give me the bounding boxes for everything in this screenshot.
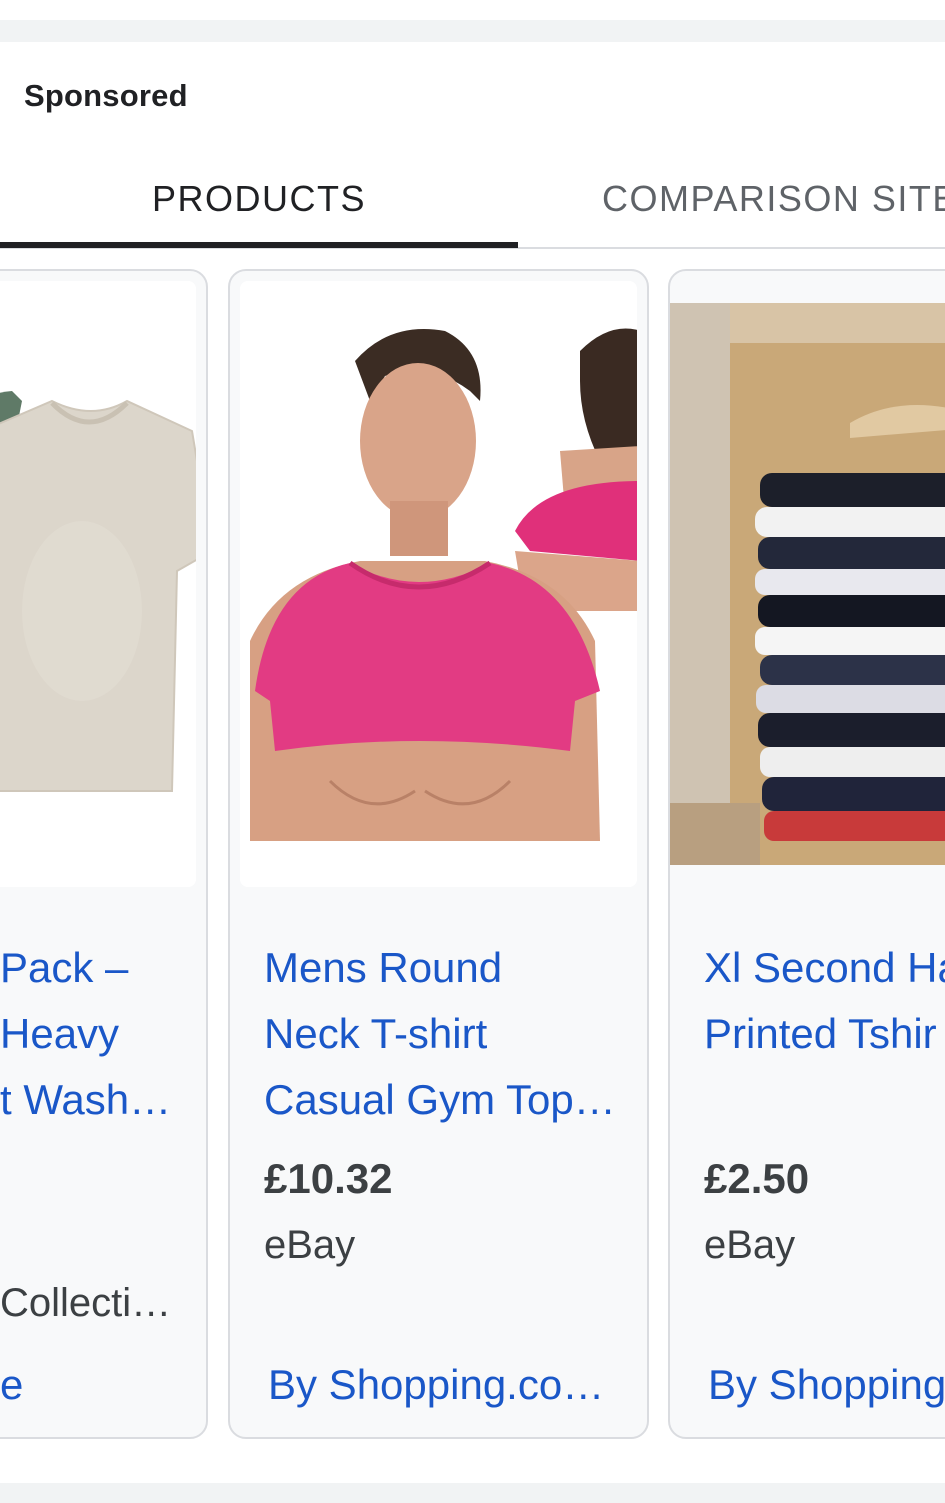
product-title-line: Neck T-shirt bbox=[264, 1010, 488, 1057]
product-title-line: Mens Round bbox=[264, 944, 503, 991]
product-comparison-link[interactable]: e bbox=[0, 1361, 23, 1409]
product-title-line: Casual Gym Top… bbox=[264, 1076, 616, 1123]
product-title-line: Xl Second Ha bbox=[704, 944, 945, 991]
top-strip bbox=[0, 0, 945, 20]
product-title-line: Pack – bbox=[0, 944, 129, 991]
sponsored-products-panel: Sponsored PRODUCTS COMPARISON SITES Pack… bbox=[0, 42, 945, 1483]
section-divider bbox=[0, 20, 945, 42]
beige-tshirt-image bbox=[0, 281, 196, 887]
tab-bar: PRODUCTS COMPARISON SITES bbox=[0, 150, 945, 248]
product-comparison-link[interactable]: By Shopping bbox=[708, 1361, 945, 1409]
product-title-line: Printed Tshir bbox=[704, 1010, 937, 1057]
product-seller: Collecti… bbox=[0, 1281, 172, 1325]
section-divider-bottom bbox=[0, 1483, 945, 1503]
product-title-line: Heavy bbox=[0, 1010, 120, 1057]
product-card[interactable]: Xl Second Ha Printed Tshir £2.50 eBay By… bbox=[668, 269, 945, 1439]
product-image bbox=[0, 281, 196, 887]
product-image bbox=[240, 281, 637, 887]
tshirt-stack-image bbox=[670, 303, 945, 865]
product-price: £10.32 bbox=[264, 1155, 393, 1202]
tab-comparison-sites[interactable]: COMPARISON SITES bbox=[518, 150, 945, 248]
pink-crop-top-image bbox=[240, 281, 637, 887]
product-card[interactable]: Pack – Heavy t Wash… Collecti… e bbox=[0, 269, 208, 1439]
product-price: £2.50 bbox=[704, 1155, 810, 1202]
product-seller: eBay bbox=[704, 1223, 796, 1267]
tab-products[interactable]: PRODUCTS bbox=[0, 150, 518, 248]
product-image bbox=[670, 303, 945, 865]
product-card[interactable]: Mens Round Neck T-shirt Casual Gym Top… … bbox=[228, 269, 649, 1439]
product-comparison-link[interactable]: By Shopping.co… bbox=[268, 1361, 604, 1409]
tab-active-indicator bbox=[0, 242, 518, 248]
product-title-line: t Wash… bbox=[0, 1076, 172, 1123]
product-seller: eBay bbox=[264, 1223, 356, 1267]
sponsored-label: Sponsored bbox=[24, 78, 188, 113]
